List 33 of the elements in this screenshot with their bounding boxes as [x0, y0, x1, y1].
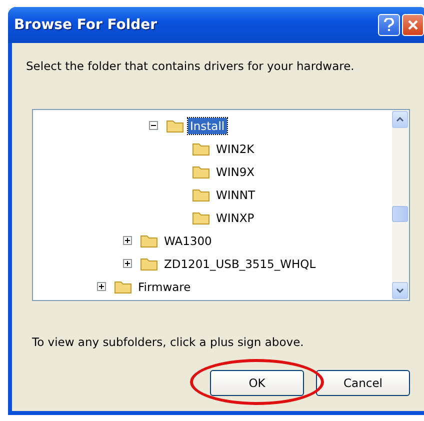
folder-icon	[140, 234, 158, 248]
folder-icon	[192, 188, 210, 202]
tree-item[interactable]: WIN9X	[214, 164, 257, 180]
scroll-thumb[interactable]	[392, 206, 408, 222]
expand-icon[interactable]	[123, 236, 132, 245]
folder-icon	[192, 210, 210, 224]
tree-item[interactable]: WINXP	[214, 210, 256, 226]
close-icon	[407, 19, 419, 31]
instruction-text: Select the folder that contains drivers for your hardware.	[26, 59, 356, 73]
ok-button[interactable]: OK	[210, 370, 304, 396]
window-title: Browse For Folder	[14, 17, 158, 33]
scroll-up-icon[interactable]	[392, 111, 408, 128]
hint-text: To view any subfolders, click a plus sign above.	[32, 335, 304, 349]
expand-icon[interactable]	[97, 282, 106, 291]
help-button[interactable]	[378, 14, 400, 36]
close-button[interactable]	[402, 14, 424, 36]
expand-icon[interactable]	[123, 259, 132, 268]
cancel-button[interactable]: Cancel	[316, 370, 410, 396]
folder-icon	[140, 256, 158, 270]
tree-item[interactable]: Firmware	[136, 278, 193, 294]
help-icon	[383, 18, 395, 32]
tree-item[interactable]: WIN2K	[214, 140, 256, 156]
tree-item[interactable]: ZD1201_USB_3515_WHQL	[162, 256, 318, 272]
tree-item[interactable]: Install	[188, 118, 227, 134]
collapse-icon[interactable]	[149, 121, 158, 130]
folder-icon	[166, 118, 184, 132]
tree-item[interactable]: WINNT	[214, 186, 257, 202]
folder-icon	[192, 142, 210, 156]
scroll-down-icon[interactable]	[392, 282, 408, 299]
folder-icon	[114, 280, 132, 294]
scrollbar[interactable]	[392, 110, 409, 300]
tree-item[interactable]: WA1300	[162, 232, 214, 248]
folder-icon	[192, 164, 210, 178]
